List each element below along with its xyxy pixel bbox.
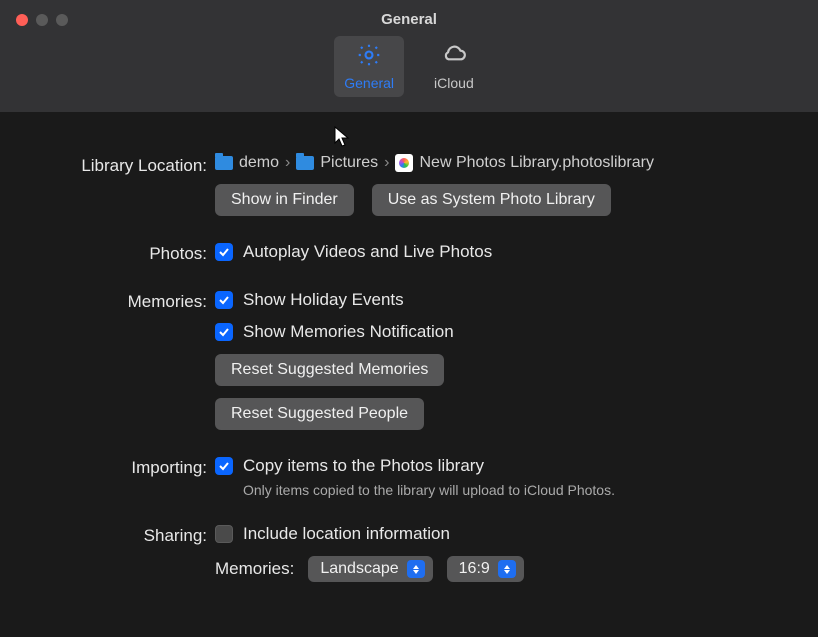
content-area: Library Location: demo › Pictures › New … [0, 112, 818, 602]
memories-notification-label: Show Memories Notification [243, 322, 454, 342]
memories-notification-checkbox[interactable] [215, 323, 233, 341]
holiday-events-checkbox[interactable] [215, 291, 233, 309]
updown-arrows-icon [498, 560, 516, 578]
include-location-checkbox[interactable] [215, 525, 233, 543]
library-location-label: Library Location: [20, 154, 215, 176]
tab-general-label: General [344, 75, 394, 91]
autoplay-label: Autoplay Videos and Live Photos [243, 242, 492, 262]
library-path-breadcrumb: demo › Pictures › New Photos Library.pho… [215, 154, 798, 172]
sharing-memories-label: Memories: [215, 559, 294, 579]
row-sharing: Sharing: Include location information Me… [20, 524, 798, 582]
row-importing: Importing: Copy items to the Photos libr… [20, 456, 798, 498]
memories-label: Memories: [20, 290, 215, 312]
gear-icon [354, 42, 384, 71]
photos-label: Photos: [20, 242, 215, 264]
cursor-icon [334, 126, 352, 153]
path-seg-2: Pictures [320, 154, 378, 172]
path-seg-3: New Photos Library.photoslibrary [419, 154, 653, 172]
updown-arrows-icon [407, 560, 425, 578]
reset-suggested-memories-button[interactable]: Reset Suggested Memories [215, 354, 444, 386]
cloud-icon [439, 42, 469, 71]
titlebar: General General iCloud [0, 0, 818, 112]
tab-general[interactable]: General [334, 36, 404, 97]
row-photos: Photos: Autoplay Videos and Live Photos [20, 242, 798, 264]
tab-icloud-label: iCloud [434, 75, 474, 91]
use-as-system-library-button[interactable]: Use as System Photo Library [372, 184, 611, 216]
copy-items-checkbox[interactable] [215, 457, 233, 475]
path-seg-1: demo [239, 154, 279, 172]
folder-icon [215, 156, 233, 170]
aspect-popup[interactable]: 16:9 [447, 556, 524, 582]
orientation-popup[interactable]: Landscape [308, 556, 432, 582]
row-memories: Memories: Show Holiday Events Show Memor… [20, 290, 798, 430]
photos-library-icon [395, 154, 413, 172]
orientation-value: Landscape [320, 560, 398, 578]
window-title: General [0, 11, 818, 28]
include-location-label: Include location information [243, 524, 450, 544]
reset-suggested-people-button[interactable]: Reset Suggested People [215, 398, 424, 430]
autoplay-checkbox[interactable] [215, 243, 233, 261]
chevron-right-icon: › [384, 154, 389, 172]
importing-note: Only items copied to the library will up… [243, 482, 798, 498]
show-in-finder-button[interactable]: Show in Finder [215, 184, 354, 216]
sharing-label: Sharing: [20, 524, 215, 546]
toolbar-tabs: General iCloud [0, 36, 818, 97]
copy-items-label: Copy items to the Photos library [243, 456, 484, 476]
aspect-value: 16:9 [459, 560, 490, 578]
holiday-events-label: Show Holiday Events [243, 290, 404, 310]
tab-icloud[interactable]: iCloud [424, 36, 484, 97]
row-library-location: Library Location: demo › Pictures › New … [20, 154, 798, 216]
chevron-right-icon: › [285, 154, 290, 172]
folder-icon [296, 156, 314, 170]
importing-label: Importing: [20, 456, 215, 478]
